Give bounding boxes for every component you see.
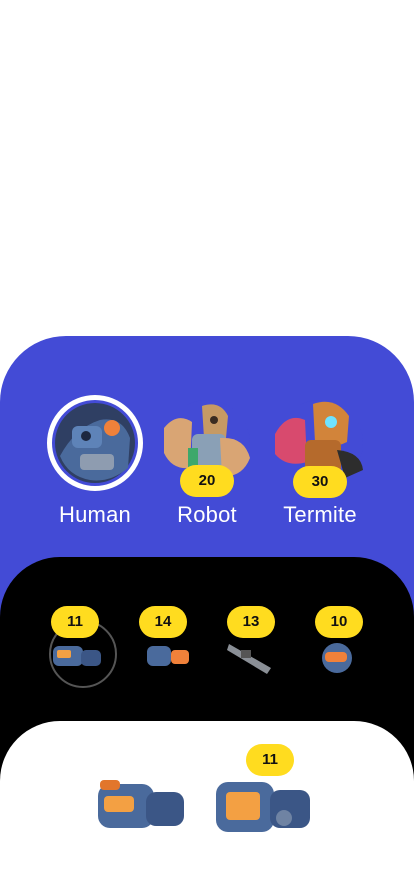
arm-icon [147, 646, 189, 666]
character-robot[interactable]: 20 Robot [162, 398, 252, 528]
character-name: Robot [177, 502, 237, 527]
shield-gauntlet-icon [216, 782, 310, 832]
level-badge: 11 [246, 744, 294, 776]
level-badge: 10 [315, 606, 363, 638]
helmet-icon [322, 643, 352, 673]
character-name: Termite [283, 502, 357, 527]
level-badge: 11 [51, 606, 99, 638]
rifle-icon [227, 644, 271, 674]
part-rifle[interactable]: 13 [227, 606, 289, 682]
robot-avatar: 20 [162, 398, 252, 497]
human-avatar [47, 395, 143, 491]
price-badge: 20 [180, 465, 234, 497]
character-termite[interactable]: 30 Termite [275, 398, 365, 528]
character-human[interactable]: Human [47, 395, 143, 528]
equipment-armor-gauntlet[interactable] [94, 770, 188, 847]
level-badge: 13 [227, 606, 275, 638]
gauntlet-icon [53, 646, 101, 666]
termite-avatar: 30 [275, 398, 365, 498]
price-badge: 30 [293, 466, 347, 498]
level-badge: 14 [139, 606, 187, 638]
part-arm[interactable]: 14 [139, 606, 201, 682]
part-gauntlet[interactable]: 11 [49, 606, 117, 688]
equipment-panel [0, 721, 414, 896]
armor-gauntlet-icon [98, 780, 184, 828]
equipment-shield-gauntlet[interactable]: 11 [214, 744, 312, 847]
character-name: Human [59, 502, 131, 527]
part-helmet[interactable]: 10 [315, 606, 377, 682]
